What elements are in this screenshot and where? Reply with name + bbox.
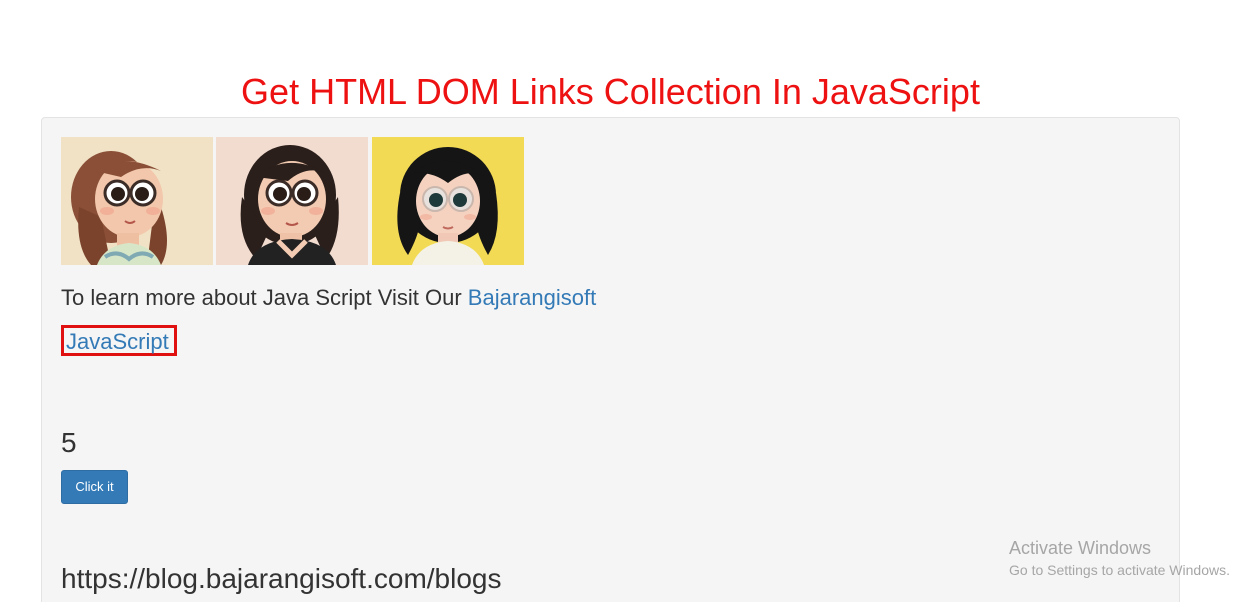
javascript-link-highlight: JavaScript (61, 325, 177, 356)
avatar-girl-yellow-bg-image (372, 137, 524, 265)
page-title: Get HTML DOM Links Collection In JavaScr… (241, 71, 980, 113)
avatar-girl-swimsuit-image (61, 137, 213, 265)
bajarangisoft-link[interactable]: Bajarangisoft (468, 285, 596, 310)
watermark-subtitle: Go to Settings to activate Windows. (1009, 562, 1230, 578)
info-text: To learn more about Java Script Visit Ou… (61, 284, 596, 312)
click-it-button[interactable]: Click it (61, 470, 128, 504)
avatar-girl-black-shirt-image (216, 137, 368, 265)
link-url-output: https://blog.bajarangisoft.com/blogs (61, 563, 502, 594)
info-text-prefix: To learn more about Java Script Visit Ou… (61, 285, 468, 310)
activate-windows-watermark: Activate Windows Go to Settings to activ… (1009, 537, 1230, 580)
links-count-output: 5 (61, 427, 77, 458)
javascript-link[interactable]: JavaScript (66, 329, 169, 355)
watermark-title: Activate Windows (1009, 538, 1152, 558)
content-panel: To learn more about Java Script Visit Ou… (41, 117, 1180, 602)
page: Get HTML DOM Links Collection In JavaScr… (0, 0, 1257, 602)
